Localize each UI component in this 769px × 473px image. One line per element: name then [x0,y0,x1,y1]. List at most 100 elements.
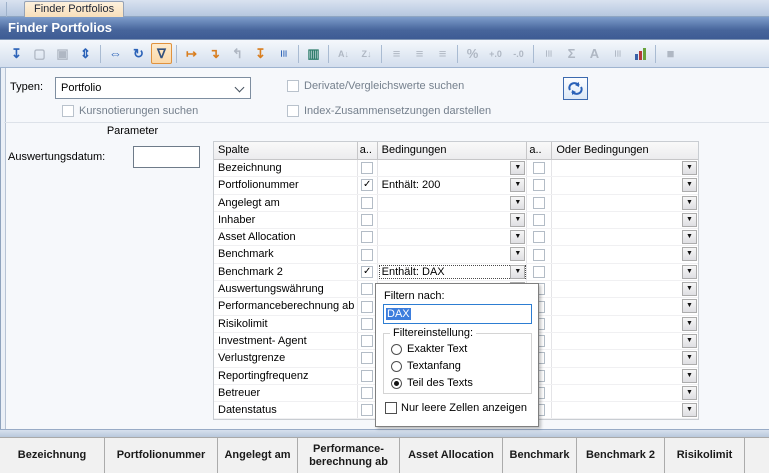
typen-select[interactable]: Portfolio [55,77,251,99]
radio-icon[interactable] [391,344,402,355]
bedingung-dropdown-button[interactable]: ▼ [510,265,525,279]
oder-aktiv-checkbox[interactable] [533,179,545,191]
oder-bedingung-cell[interactable]: ▼ [552,177,698,193]
bedingung-cell[interactable]: ▼ [378,212,528,228]
header-oder-bedingungen[interactable]: Oder Bedingungen [552,142,698,160]
oder-dropdown-button[interactable]: ▼ [682,196,697,210]
kursnotierungen-checkbox[interactable] [62,105,74,117]
oder-bedingung-cell[interactable]: ▼ [552,385,698,401]
oder-dropdown-button[interactable]: ▼ [682,351,697,365]
oder-dropdown-button[interactable]: ▼ [682,265,697,279]
bedingung-cell[interactable]: Enthält: DAX▼ [378,264,528,280]
insert-value-icon[interactable]: ↧ [250,43,271,64]
oder-dropdown-button[interactable]: ▼ [682,299,697,313]
table-row[interactable]: Portfolionummer✓Enthält: 200▼▼ [214,177,698,194]
refresh-button[interactable] [563,77,588,100]
aktiv-checkbox[interactable] [361,387,373,399]
bedingung-dropdown-button[interactable]: ▼ [510,196,525,210]
chart-icon[interactable] [630,43,651,64]
aktiv-checkbox[interactable] [361,404,373,416]
oder-aktiv-checkbox[interactable] [533,231,545,243]
bedingung-dropdown-button[interactable]: ▼ [510,247,525,261]
oder-aktiv-checkbox[interactable] [533,214,545,226]
filter-option-exakter-text[interactable]: Exakter Text [391,343,467,355]
empty-cells-checkbox[interactable] [385,402,397,414]
derivate-checkbox[interactable] [287,80,299,92]
aktiv-checkbox[interactable] [361,370,373,382]
oder-dropdown-button[interactable]: ▼ [682,282,697,296]
radio-icon[interactable] [391,378,402,389]
table-row[interactable]: Inhaber▼▼ [214,212,698,229]
oder-aktiv-checkbox[interactable] [533,197,545,209]
bedingung-dropdown-button[interactable]: ▼ [510,178,525,192]
oder-bedingung-cell[interactable]: ▼ [552,316,698,332]
oder-bedingung-cell[interactable]: ▼ [552,402,698,418]
aktiv-checkbox[interactable]: ✓ [361,179,373,191]
oder-aktiv-checkbox[interactable] [533,162,545,174]
aktiv-checkbox[interactable] [361,301,373,313]
aktiv-checkbox[interactable] [361,283,373,295]
oder-bedingung-cell[interactable]: ▼ [552,333,698,349]
refresh-icon[interactable]: ↻ [128,43,149,64]
bedingung-dropdown-button[interactable]: ▼ [510,213,525,227]
bedingung-cell[interactable]: Enthält: 200▼ [378,177,528,193]
jump-down-icon[interactable]: ↴ [204,43,225,64]
aktiv-checkbox[interactable]: ✓ [361,266,373,278]
oder-aktiv-checkbox[interactable] [533,249,545,261]
filter-value-input[interactable]: DAX [383,304,532,324]
filter-option-textanfang[interactable]: Textanfang [391,360,461,372]
oder-dropdown-button[interactable]: ▼ [682,178,697,192]
filter-option-teil-des-texts[interactable]: Teil des Texts [391,377,473,389]
bedingung-cell[interactable]: ▼ [378,246,528,262]
aktiv-checkbox[interactable] [361,249,373,261]
aktiv-checkbox[interactable] [361,352,373,364]
aktiv-checkbox[interactable] [361,162,373,174]
oder-dropdown-button[interactable]: ▼ [682,403,697,417]
auswertungsdatum-input[interactable] [133,146,200,168]
oder-bedingung-cell[interactable]: ▼ [552,246,698,262]
oder-dropdown-button[interactable]: ▼ [682,334,697,348]
tab-finder-portfolios[interactable]: Finder Portfolios [24,1,124,17]
oder-bedingung-cell[interactable]: ▼ [552,350,698,366]
aktiv-checkbox[interactable] [361,318,373,330]
header-aktiv-2[interactable]: a.. [527,142,552,160]
fit-column-width-icon[interactable]: ⇔ [105,43,126,64]
result-header-asset-allocation[interactable]: Asset Allocation [400,438,503,473]
oder-bedingung-cell[interactable]: ▼ [552,195,698,211]
table-row[interactable]: Bezeichnung▼▼ [214,160,698,177]
radio-icon[interactable] [391,361,402,372]
oder-dropdown-button[interactable]: ▼ [682,213,697,227]
index-checkbox[interactable] [287,105,299,117]
aktiv-checkbox[interactable] [361,214,373,226]
oder-dropdown-button[interactable]: ▼ [682,317,697,331]
oder-aktiv-checkbox[interactable] [533,266,545,278]
result-header-performance-berechnung-ab[interactable]: Performance-berechnung ab [298,438,400,473]
header-bedingungen[interactable]: Bedingungen [378,142,528,160]
result-header-bezeichnung[interactable]: Bezeichnung [0,438,105,473]
fit-row-height-icon[interactable]: ⇕ [75,43,96,64]
oder-bedingung-cell[interactable]: ▼ [552,264,698,280]
add-to-list-icon[interactable]: ↧ [6,43,27,64]
oder-bedingung-cell[interactable]: ▼ [552,368,698,384]
bedingung-cell[interactable]: ▼ [378,195,528,211]
aktiv-checkbox[interactable] [361,231,373,243]
oder-dropdown-button[interactable]: ▼ [682,386,697,400]
oder-dropdown-button[interactable]: ▼ [682,247,697,261]
aktiv-checkbox[interactable] [361,335,373,347]
oder-dropdown-button[interactable]: ▼ [682,161,697,175]
aktiv-checkbox[interactable] [361,197,373,209]
result-header-risikolimit[interactable]: Risikolimit [665,438,745,473]
filter-icon[interactable]: ∇ [151,43,172,64]
bedingung-cell[interactable]: ▼ [378,229,528,245]
oder-bedingung-cell[interactable]: ▼ [552,281,698,297]
oder-dropdown-button[interactable]: ▼ [682,369,697,383]
header-spalte[interactable]: Spalte [214,142,358,160]
oder-dropdown-button[interactable]: ▼ [682,230,697,244]
select-columns-icon[interactable]: ▥ [303,43,324,64]
table-row[interactable]: Angelegt am▼▼ [214,195,698,212]
oder-bedingung-cell[interactable]: ▼ [552,212,698,228]
table-row[interactable]: Asset Allocation▼▼ [214,229,698,246]
table-row[interactable]: Benchmark 2✓Enthält: DAX▼▼ [214,264,698,281]
result-header-angelegt-am[interactable]: Angelegt am [218,438,298,473]
bedingung-cell[interactable]: ▼ [378,160,528,176]
